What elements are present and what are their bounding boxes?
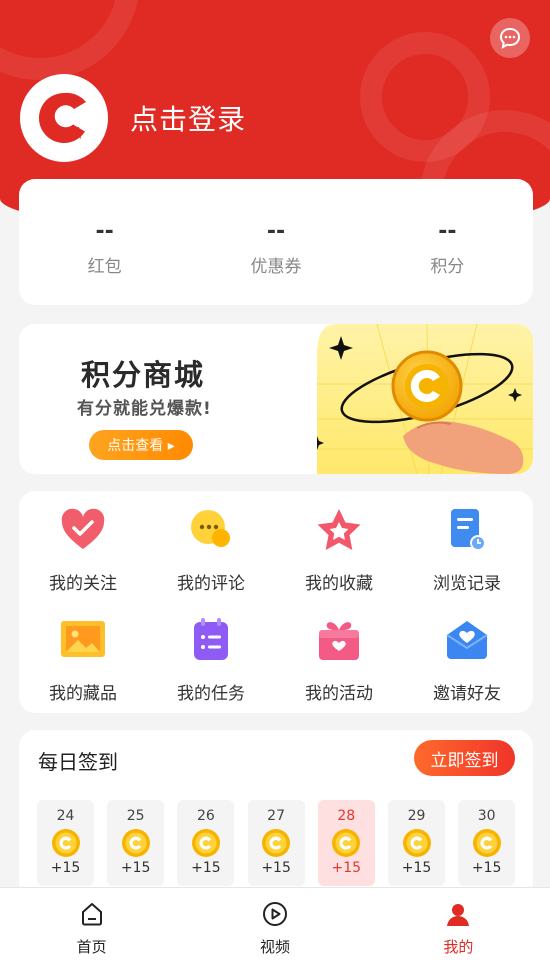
app-logo-icon [38, 92, 86, 143]
decor-ring [0, 0, 140, 80]
grid-item-label: 邀请好友 [433, 684, 501, 704]
checkin-day: 30 +15 [458, 800, 516, 886]
star-icon [317, 509, 361, 550]
login-link[interactable]: 点击登录 [130, 98, 246, 138]
collection-icon [61, 621, 105, 657]
banner-title: 积分商城 [81, 358, 206, 392]
banner-view-button[interactable]: 点击查看 ▸ [89, 430, 193, 460]
checkin-day-number: 24 [56, 808, 75, 824]
grid-item-collection[interactable]: 我的藏品 [19, 605, 147, 705]
gift-icon [319, 622, 359, 660]
grid-item-label: 我的任务 [177, 684, 245, 704]
checkin-day-points: +15 [120, 860, 151, 876]
user-icon [447, 904, 470, 926]
grid-item-label: 我的收藏 [305, 574, 373, 594]
checkin-day-number: 30 [477, 808, 496, 824]
coin-icon [472, 829, 501, 857]
stat-coupons[interactable]: -- 优惠券 [190, 179, 361, 305]
grid-item-tasks[interactable]: 我的任务 [147, 605, 275, 705]
banner-subtitle: 有分就能兑爆款! [77, 399, 212, 419]
stat-red-packet[interactable]: -- 红包 [19, 179, 190, 305]
checkin-day: 24 +15 [37, 800, 94, 886]
coin-icon [51, 829, 80, 857]
checkin-day-points: +15 [50, 860, 81, 876]
grid-item-label: 我的藏品 [49, 684, 117, 704]
checkin-day-number: 26 [196, 808, 215, 824]
history-icon [451, 509, 486, 551]
coin-icon [262, 829, 291, 857]
coin-icon [121, 829, 150, 857]
checkin-day: 28 +15 [317, 800, 375, 886]
chat-bubble-icon [499, 27, 521, 49]
points-mall-banner[interactable]: 积分商城 有分就能兑爆款! 点击查看 ▸ [19, 324, 533, 474]
coin-hand-illustration [317, 324, 533, 474]
tab-label: 视频 [259, 938, 290, 956]
grid-item-comments[interactable]: 我的评论 [147, 495, 275, 595]
comment-icon [191, 510, 230, 547]
message-button[interactable] [490, 18, 530, 58]
stat-points[interactable]: -- 积分 [362, 179, 533, 305]
checkin-button[interactable]: 立即签到 [414, 740, 515, 776]
stat-value: -- [266, 218, 286, 244]
checkin-day-points: +15 [261, 860, 291, 876]
coin-icon [332, 829, 361, 857]
checkin-day-number: 29 [407, 808, 426, 824]
grid-item-label: 我的关注 [49, 574, 117, 594]
tab-label: 我的 [443, 938, 474, 956]
grid-item-favorites[interactable]: 我的收藏 [275, 495, 403, 595]
avatar[interactable] [20, 74, 108, 162]
stat-label: 优惠券 [250, 256, 302, 277]
invite-icon [446, 621, 488, 659]
daily-checkin-card: 每日签到 立即签到 24 +15 25 +15 26 +15 27 +15 28 +15 29 +15… [19, 730, 533, 900]
checkin-day-number: 27 [267, 808, 285, 824]
task-icon [194, 618, 228, 660]
checkin-day: 27 +15 [247, 800, 305, 886]
stat-label: 积分 [430, 256, 465, 277]
checkin-day-points: +15 [331, 860, 362, 876]
checkin-day-number: 25 [126, 808, 145, 824]
stats-card: -- 红包 -- 优惠券 -- 积分 [19, 179, 533, 305]
stat-label: 红包 [87, 256, 122, 277]
checkin-day-points: +15 [191, 860, 221, 876]
grid-item-label: 我的活动 [305, 684, 373, 704]
feature-grid: 我的关注 我的评论 我的收藏 浏览记录 我的藏品 我的任务 我的活动 邀请好友 [19, 491, 533, 713]
heart-icon [61, 508, 105, 549]
grid-item-invite[interactable]: 邀请好友 [403, 605, 531, 705]
coin-icon [191, 829, 220, 857]
checkin-day-points: +15 [471, 860, 502, 876]
grid-item-history[interactable]: 浏览记录 [403, 495, 531, 595]
checkin-day: 29 +15 [388, 800, 445, 886]
tab-mine[interactable]: 我的 [367, 888, 550, 960]
checkin-day: 26 +15 [177, 800, 235, 886]
grid-item-follow[interactable]: 我的关注 [19, 495, 147, 595]
grid-item-activities[interactable]: 我的活动 [275, 605, 403, 705]
checkin-day-number: 28 [337, 808, 356, 824]
checkin-day-points: +15 [401, 860, 432, 876]
stat-value: -- [438, 218, 457, 244]
home-icon [81, 903, 102, 926]
tab-video[interactable]: 视频 [183, 888, 366, 960]
tab-home[interactable]: 首页 [0, 888, 183, 960]
stat-value: -- [95, 218, 114, 244]
tab-label: 首页 [76, 938, 107, 956]
bottom-tab-bar: 首页 视频 我的 [0, 887, 550, 960]
coin-icon [402, 829, 431, 857]
checkin-title: 每日签到 [38, 750, 118, 774]
grid-item-label: 浏览记录 [433, 574, 501, 594]
grid-item-label: 我的评论 [177, 574, 245, 594]
play-icon [262, 902, 287, 926]
checkin-day: 25 +15 [107, 800, 165, 886]
